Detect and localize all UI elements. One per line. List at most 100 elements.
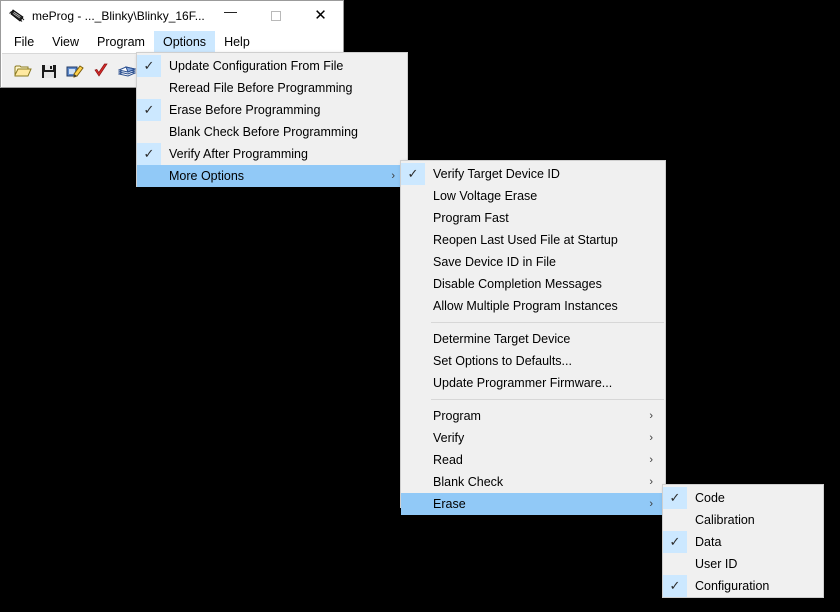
menu-item-erase-code[interactable]: ✓ Code	[663, 487, 823, 509]
check-indicator	[663, 509, 687, 531]
menu-item-label: Save Device ID in File	[433, 255, 556, 269]
menubar-item-options[interactable]: Options	[153, 31, 216, 53]
menu-item-label: Set Options to Defaults...	[433, 354, 572, 368]
menubar-item-file[interactable]: File	[5, 31, 43, 53]
menu-item-disable-completion-messages[interactable]: Disable Completion Messages	[401, 273, 665, 295]
menubar-label: View	[52, 35, 80, 49]
title-bar: meProg - ..._Blinky\Blinky_16F... — ✕	[1, 1, 343, 31]
check-icon: ✓	[407, 165, 419, 181]
chevron-right-icon: ›	[649, 454, 653, 466]
close-button[interactable]: ✕	[298, 1, 343, 30]
check-indicator	[137, 77, 161, 99]
erase-submenu: ✓ Code Calibration ✓ Data User ID ✓ Conf…	[662, 484, 824, 598]
menu-item-erase-configuration[interactable]: ✓ Configuration	[663, 575, 823, 597]
check-indicator	[137, 121, 161, 143]
menu-item-reread-file-before-programming[interactable]: Reread File Before Programming	[137, 77, 407, 99]
menubar-label: Program	[97, 35, 145, 49]
menu-item-label: Disable Completion Messages	[433, 277, 602, 291]
menu-item-verify[interactable]: Verify ›	[401, 427, 665, 449]
menu-item-verify-target-device-id[interactable]: ✓ Verify Target Device ID	[401, 163, 665, 185]
menu-item-program-fast[interactable]: Program Fast	[401, 207, 665, 229]
menu-item-erase-calibration[interactable]: Calibration	[663, 509, 823, 531]
maximize-button[interactable]	[253, 1, 298, 30]
check-indicator	[401, 185, 425, 207]
check-icon: ✓	[669, 533, 681, 549]
menu-item-verify-after-programming[interactable]: ✓ Verify After Programming	[137, 143, 407, 165]
menu-item-blank-check[interactable]: Blank Check ›	[401, 471, 665, 493]
menu-item-erase-data[interactable]: ✓ Data	[663, 531, 823, 553]
check-indicator	[663, 553, 687, 575]
chevron-right-icon: ›	[649, 432, 653, 444]
menu-item-label: Blank Check	[433, 475, 504, 489]
menu-item-label: Verify	[433, 431, 465, 445]
menu-item-allow-multiple-program-instances[interactable]: Allow Multiple Program Instances	[401, 295, 665, 317]
menu-item-label: Program	[433, 409, 481, 423]
read-book-icon[interactable]	[116, 60, 138, 82]
check-indicator	[401, 229, 425, 251]
write-program-icon[interactable]	[64, 60, 86, 82]
menu-item-label: Data	[695, 535, 722, 549]
menu-item-label: Verify After Programming	[169, 147, 308, 161]
menu-item-label: Calibration	[695, 513, 755, 527]
menu-item-save-device-id-in-file[interactable]: Save Device ID in File	[401, 251, 665, 273]
check-indicator	[137, 165, 161, 187]
menu-item-read[interactable]: Read ›	[401, 449, 665, 471]
check-indicator: ✓	[137, 99, 161, 121]
menu-item-erase[interactable]: Erase ›	[401, 493, 665, 515]
check-indicator	[401, 251, 425, 273]
menu-item-low-voltage-erase[interactable]: Low Voltage Erase	[401, 185, 665, 207]
menu-item-label: Blank Check Before Programming	[169, 125, 358, 139]
check-indicator	[401, 449, 425, 471]
menu-item-reopen-last-used-file-at-startup[interactable]: Reopen Last Used File at Startup	[401, 229, 665, 251]
minimize-icon: —	[224, 4, 237, 19]
minimize-button[interactable]: —	[208, 1, 253, 30]
menubar-item-program[interactable]: Program	[88, 31, 154, 53]
menu-item-label: Configuration	[695, 579, 770, 593]
menu-separator	[431, 399, 664, 400]
check-indicator: ✓	[663, 575, 687, 597]
menu-item-erase-before-programming[interactable]: ✓ Erase Before Programming	[137, 99, 407, 121]
menubar-item-help[interactable]: Help	[215, 31, 259, 53]
menu-item-blank-check-before-programming[interactable]: Blank Check Before Programming	[137, 121, 407, 143]
check-icon: ✓	[143, 57, 155, 73]
check-indicator	[401, 372, 425, 394]
menu-item-determine-target-device[interactable]: Determine Target Device	[401, 328, 665, 350]
menu-item-label: Allow Multiple Program Instances	[433, 299, 618, 313]
menu-item-label: Reread File Before Programming	[169, 81, 353, 95]
menubar-item-view[interactable]: View	[43, 31, 88, 53]
check-indicator	[401, 405, 425, 427]
check-indicator: ✓	[663, 487, 687, 509]
desktop-background: meProg - ..._Blinky\Blinky_16F... — ✕ Fi…	[0, 0, 840, 612]
check-indicator	[401, 207, 425, 229]
chevron-right-icon: ›	[391, 170, 395, 182]
check-indicator	[401, 350, 425, 372]
verify-check-icon[interactable]	[90, 60, 112, 82]
menu-item-label: Update Programmer Firmware...	[433, 376, 613, 390]
menu-item-program[interactable]: Program ›	[401, 405, 665, 427]
maximize-icon	[270, 10, 281, 21]
options-dropdown-menu: ✓ Update Configuration From File Reread …	[136, 52, 408, 187]
menubar-label: Help	[224, 35, 250, 49]
menubar-label: File	[14, 35, 35, 49]
menu-item-update-programmer-firmware[interactable]: Update Programmer Firmware...	[401, 372, 665, 394]
menu-item-set-options-to-defaults[interactable]: Set Options to Defaults...	[401, 350, 665, 372]
check-indicator	[401, 493, 425, 515]
menu-item-label: Read	[433, 453, 463, 467]
check-indicator	[401, 273, 425, 295]
chip-icon	[9, 8, 25, 24]
check-indicator	[401, 328, 425, 350]
check-icon: ✓	[143, 101, 155, 117]
chevron-right-icon: ›	[649, 476, 653, 488]
menubar-label: Options	[162, 35, 207, 49]
open-file-icon[interactable]	[12, 60, 34, 82]
menu-item-label: User ID	[695, 557, 738, 571]
check-indicator: ✓	[663, 531, 687, 553]
menu-bar: File View Program Options Help	[1, 31, 343, 53]
menu-item-label: Erase Before Programming	[169, 103, 321, 117]
check-icon: ✓	[669, 577, 681, 593]
menu-item-update-configuration-from-file[interactable]: ✓ Update Configuration From File	[137, 55, 407, 77]
menu-item-label: Low Voltage Erase	[433, 189, 538, 203]
menu-item-erase-user-id[interactable]: User ID	[663, 553, 823, 575]
menu-item-more-options[interactable]: More Options ›	[137, 165, 407, 187]
save-file-icon[interactable]	[38, 60, 60, 82]
